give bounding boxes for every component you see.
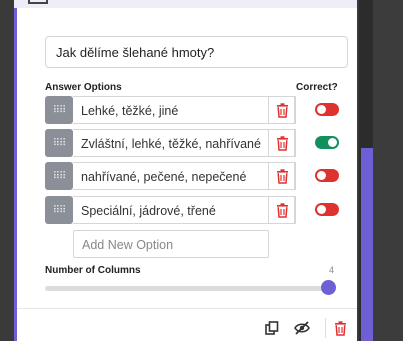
delete-question-trash-icon[interactable]: [332, 320, 348, 336]
columns-slider-handle[interactable]: [321, 280, 336, 295]
columns-slider-track[interactable]: [45, 286, 329, 291]
delete-option-trash-icon[interactable]: [268, 129, 296, 157]
scroll-accent: [361, 148, 373, 341]
option-text-input[interactable]: Speciální, jádrové, třené: [73, 196, 295, 224]
toggle-knob: [317, 105, 326, 114]
drag-handle-icon[interactable]: ⠿⠿: [45, 129, 73, 157]
drag-handle-icon[interactable]: ⠿⠿: [45, 196, 73, 224]
footer-divider: [17, 308, 357, 309]
option-text-input[interactable]: Zvláštní, lehké, těžké, nahřívané: [73, 129, 295, 157]
top-bar: [14, 0, 357, 8]
correct-toggle[interactable]: [315, 203, 339, 216]
correct-toggle[interactable]: [315, 169, 339, 182]
answer-options-label: Answer Options: [45, 82, 122, 93]
delete-option-trash-icon[interactable]: [268, 196, 296, 224]
correct-label: Correct?: [296, 82, 338, 93]
correct-toggle[interactable]: [315, 103, 339, 116]
top-stub: [28, 0, 48, 4]
eye-off-icon[interactable]: [294, 320, 310, 336]
copy-icon[interactable]: [264, 320, 280, 336]
question-input[interactable]: Jak dělíme šlehané hmoty?: [45, 36, 348, 68]
footer-separator: [325, 318, 326, 338]
toggle-knob: [317, 171, 326, 180]
add-option-input[interactable]: Add New Option: [73, 230, 269, 258]
toggle-knob: [317, 205, 326, 214]
toggle-knob: [328, 138, 337, 147]
delete-option-trash-icon[interactable]: [268, 162, 296, 190]
option-row: ⠿⠿ Lehké, těžké, jiné: [45, 96, 348, 124]
option-row: ⠿⠿ Zvláštní, lehké, těžké, nahřívané: [45, 129, 348, 157]
side-panel: [373, 0, 403, 341]
correct-toggle[interactable]: [315, 136, 339, 149]
drag-handle-icon[interactable]: ⠿⠿: [45, 96, 73, 124]
columns-value: 4: [329, 265, 335, 275]
delete-option-trash-icon[interactable]: [268, 96, 296, 124]
option-row: ⠿⠿ Speciální, jádrové, třené: [45, 196, 348, 224]
option-text-input[interactable]: Lehké, těžké, jiné: [73, 96, 295, 124]
option-text-input[interactable]: nahřívané, pečené, nepečené: [73, 162, 295, 190]
columns-label: Number of Columns: [45, 265, 141, 276]
drag-handle-icon[interactable]: ⠿⠿: [45, 162, 73, 190]
option-row: ⠿⠿ nahřívané, pečené, nepečené: [45, 162, 348, 190]
question-card: Jak dělíme šlehané hmoty? Answer Options…: [14, 8, 357, 341]
